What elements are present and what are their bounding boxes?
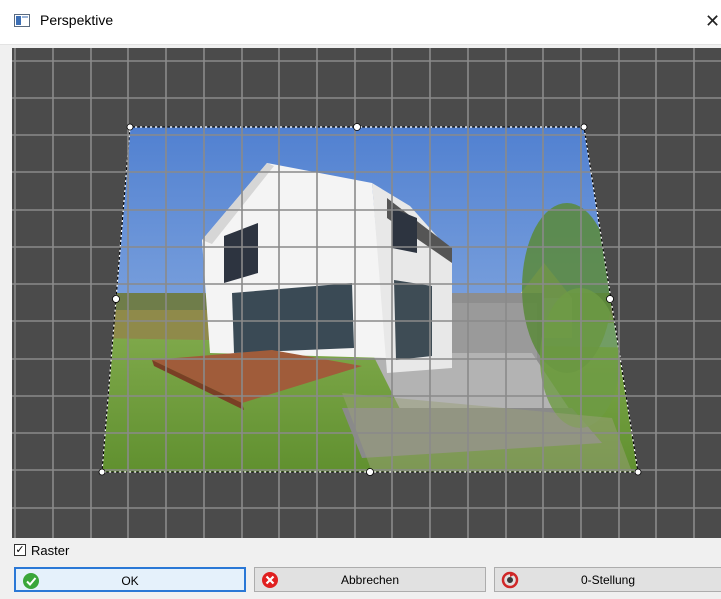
ok-button[interactable]: OK [14,567,246,592]
handle-bottom-right[interactable] [634,468,642,476]
cancel-label: Abbrechen [340,573,400,587]
handle-left-center[interactable] [112,295,120,303]
close-button[interactable]: ✕ [705,6,721,36]
raster-label: Raster [31,543,70,558]
title-bar: Perspektive ✕ [0,0,721,45]
handle-bottom-left[interactable] [98,468,106,476]
handle-top-center[interactable] [353,123,361,131]
handle-top-right[interactable] [580,123,588,131]
reset-button[interactable]: 0-Stellung [494,567,721,592]
window-title: Perspektive [40,12,114,28]
reset-label: 0-Stellung [580,573,636,587]
handle-bottom-center[interactable] [366,468,374,476]
handle-right-center[interactable] [606,295,614,303]
cancel-button[interactable]: Abbrechen [254,567,486,592]
window-icon [14,14,30,27]
perspective-canvas[interactable] [12,48,721,538]
canvas-svg [12,48,721,538]
handle-top-left[interactable] [126,123,134,131]
ok-label: OK [121,574,139,588]
raster-checkbox[interactable]: ✓ [14,544,26,556]
